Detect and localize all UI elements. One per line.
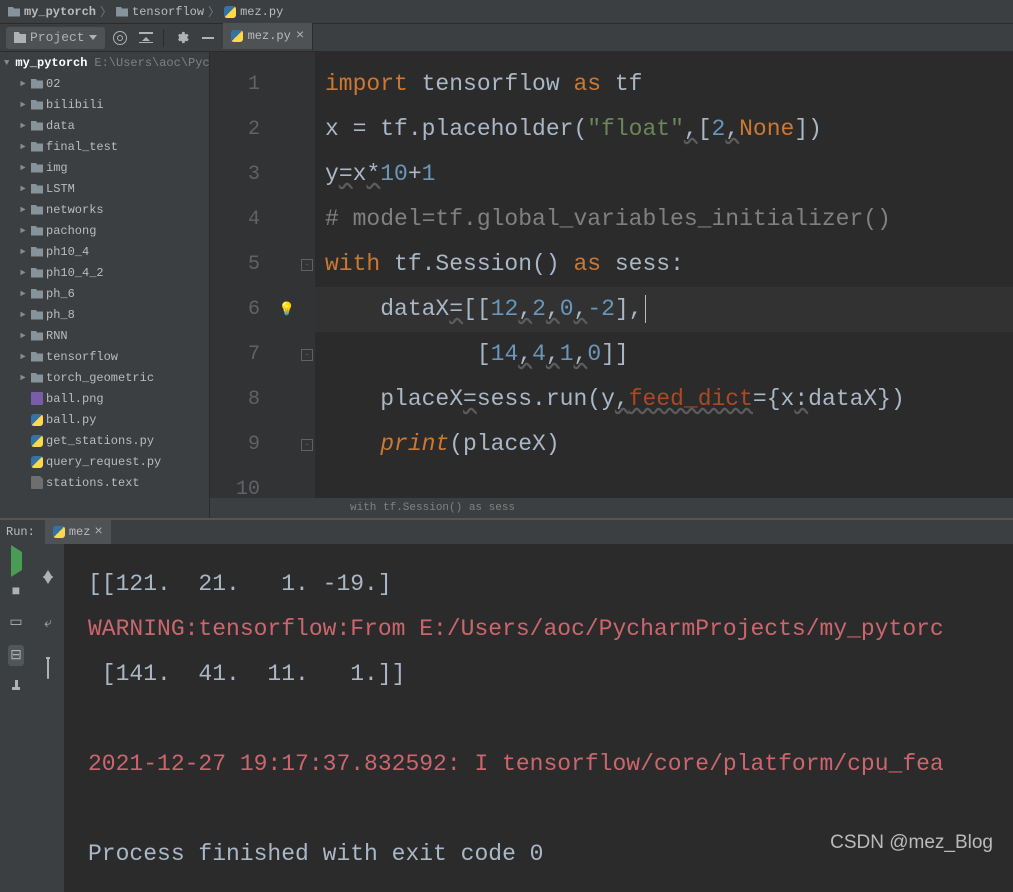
collapse-all-button[interactable]	[135, 27, 157, 49]
folder-icon	[31, 205, 43, 215]
tree-item[interactable]: ►bilibili	[0, 94, 209, 115]
hide-button[interactable]	[197, 27, 219, 49]
python-icon	[31, 456, 43, 468]
run-toolbar-left: ■ ▭ ⊟	[0, 544, 32, 892]
tree-item[interactable]: ►ph_8	[0, 304, 209, 325]
divider	[163, 29, 164, 47]
tree-item[interactable]: ball.py	[0, 409, 209, 430]
folder-icon	[31, 331, 43, 341]
layout-split-button[interactable]: ⊟	[8, 645, 24, 666]
tree-item[interactable]: ►data	[0, 115, 209, 136]
dash-icon	[202, 37, 214, 39]
down-button[interactable]	[43, 584, 53, 602]
code-editor[interactable]: 12345-6💡7-89-10 import tensorflow as tfx…	[210, 52, 1013, 518]
select-opened-file-button[interactable]	[109, 27, 131, 49]
tree-item[interactable]: ►img	[0, 157, 209, 178]
folder-icon	[31, 352, 43, 362]
tree-item[interactable]: query_request.py	[0, 451, 209, 472]
close-icon[interactable]: ×	[94, 525, 102, 539]
folder-icon	[31, 268, 43, 278]
python-icon	[31, 414, 43, 426]
clear-button[interactable]	[47, 660, 49, 678]
arrow-up-icon	[43, 552, 53, 578]
tree-item[interactable]: ►torch_geometric	[0, 367, 209, 388]
run-toolbar-mid: ⤶	[32, 544, 64, 892]
breadcrumb: my_pytorch〉tensorflow〉mez.py	[0, 0, 1013, 24]
tree-item[interactable]: ball.png	[0, 388, 209, 409]
python-icon	[231, 30, 243, 42]
editor-tab-mez[interactable]: mez.py ×	[223, 23, 314, 51]
project-tree[interactable]: ▼ my_pytorch E:\Users\aoc\Pyc ►02►bilibi…	[0, 52, 210, 518]
tree-item[interactable]: ►pachong	[0, 220, 209, 241]
close-icon[interactable]: ×	[296, 29, 304, 43]
arrow-down-icon	[43, 576, 53, 602]
folder-icon	[31, 100, 43, 110]
tree-item[interactable]: ►ph10_4_2	[0, 262, 209, 283]
chevron-down-icon	[89, 35, 97, 40]
gutter: 12345-6💡7-89-10	[210, 52, 315, 518]
collapse-icon	[139, 32, 153, 43]
breadcrumb-item[interactable]: my_pytorch	[8, 5, 96, 19]
fold-icon[interactable]: -	[301, 259, 313, 271]
play-icon	[11, 545, 22, 577]
pin-icon	[12, 680, 20, 690]
fold-icon[interactable]: -	[301, 439, 313, 451]
tree-root[interactable]: ▼ my_pytorch E:\Users\aoc\Pyc	[0, 52, 209, 73]
image-icon	[31, 392, 43, 405]
tree-item[interactable]: ►tensorflow	[0, 346, 209, 367]
folder-icon	[31, 79, 43, 89]
run-tab-mez[interactable]: mez ×	[45, 520, 111, 544]
sidebar-toolbar: Project mez.py ×	[0, 24, 1013, 52]
folder-icon	[31, 142, 43, 152]
folder-icon	[31, 226, 43, 236]
folder-icon	[8, 7, 20, 17]
tree-item[interactable]: ►final_test	[0, 136, 209, 157]
tree-item[interactable]: ►networks	[0, 199, 209, 220]
tree-item[interactable]: ►LSTM	[0, 178, 209, 199]
file-icon	[31, 476, 43, 489]
breadcrumb-item[interactable]: tensorflow	[116, 5, 204, 19]
up-button[interactable]	[43, 552, 53, 570]
python-icon	[224, 6, 236, 18]
folder-icon	[31, 121, 43, 131]
tree-item[interactable]: ►RNN	[0, 325, 209, 346]
folder-icon	[31, 163, 43, 173]
tree-item[interactable]: get_stations.py	[0, 430, 209, 451]
tree-item[interactable]: stations.text	[0, 472, 209, 493]
layout-button[interactable]: ▭	[9, 614, 22, 631]
folder-icon	[31, 247, 43, 257]
tree-item[interactable]: ►ph10_4	[0, 241, 209, 262]
tree-item[interactable]: ►02	[0, 73, 209, 94]
tree-item[interactable]: ►ph_6	[0, 283, 209, 304]
trash-icon	[47, 659, 49, 679]
folder-icon	[31, 310, 43, 320]
chevron-down-icon: ▼	[4, 58, 9, 68]
folder-icon	[14, 32, 26, 43]
project-dropdown[interactable]: Project	[6, 27, 105, 49]
settings-button[interactable]	[170, 27, 193, 49]
rerun-button[interactable]	[11, 552, 22, 570]
fold-icon[interactable]: -	[301, 349, 313, 361]
python-icon	[53, 526, 65, 538]
breadcrumb-item[interactable]: mez.py	[224, 5, 283, 19]
run-title: Run:	[6, 525, 35, 539]
folder-icon	[116, 7, 128, 17]
project-label: Project	[30, 30, 85, 45]
python-icon	[31, 435, 43, 447]
wrap-button[interactable]: ⤶	[44, 616, 52, 632]
folder-icon	[31, 289, 43, 299]
breadcrumb-footer: with tf.Session() as sess	[210, 498, 1013, 518]
gear-icon	[174, 30, 189, 45]
stop-button[interactable]: ■	[12, 584, 20, 600]
watermark: CSDN @mez_Blog	[830, 832, 993, 854]
tab-label: mez.py	[248, 29, 291, 43]
folder-icon	[31, 184, 43, 194]
pin-button[interactable]	[12, 680, 20, 690]
folder-icon	[31, 373, 43, 383]
target-icon	[113, 31, 127, 45]
bulb-icon[interactable]: 💡	[279, 302, 295, 317]
